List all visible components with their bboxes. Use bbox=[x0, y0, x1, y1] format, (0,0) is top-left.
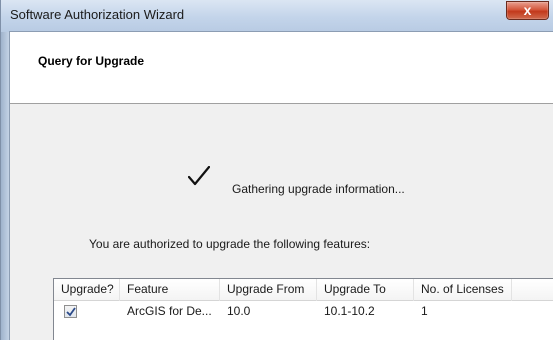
window-title: Software Authorization Wizard bbox=[10, 7, 185, 22]
wizard-window: Software Authorization Wizard x Query fo… bbox=[0, 0, 553, 340]
wizard-client-area: Query for Upgrade Gathering upgrade info… bbox=[9, 31, 553, 340]
column-header-upgrade-from[interactable]: Upgrade From bbox=[220, 279, 317, 301]
column-header-licenses[interactable]: No. of Licenses bbox=[414, 279, 512, 301]
table-header: Upgrade? Feature Upgrade From Upgrade To… bbox=[54, 279, 553, 301]
window-left-border bbox=[1, 0, 9, 340]
cell-licenses: 1 bbox=[421, 304, 428, 318]
checkmark-icon bbox=[188, 166, 210, 186]
status-message: Gathering upgrade information... bbox=[232, 182, 405, 196]
features-table[interactable]: Upgrade? Feature Upgrade From Upgrade To… bbox=[53, 278, 553, 340]
column-header-feature[interactable]: Feature bbox=[120, 279, 220, 301]
page-title: Query for Upgrade bbox=[38, 54, 145, 68]
cell-feature: ArcGIS for De... bbox=[127, 304, 212, 318]
cell-upgrade-from: 10.0 bbox=[227, 304, 251, 318]
upgrade-checkbox[interactable] bbox=[64, 305, 77, 318]
cell-upgrade-to: 10.1-10.2 bbox=[324, 304, 375, 318]
authorized-message: You are authorized to upgrade the follow… bbox=[89, 237, 371, 251]
column-header-upgrade-to[interactable]: Upgrade To bbox=[317, 279, 414, 301]
column-header-upgrade[interactable]: Upgrade? bbox=[54, 279, 120, 301]
close-button[interactable]: x bbox=[506, 1, 549, 20]
wizard-header: Query for Upgrade bbox=[10, 32, 553, 104]
title-bar[interactable]: Software Authorization Wizard x bbox=[1, 0, 553, 32]
close-icon: x bbox=[523, 2, 532, 18]
checkbox-check-icon bbox=[66, 307, 76, 317]
